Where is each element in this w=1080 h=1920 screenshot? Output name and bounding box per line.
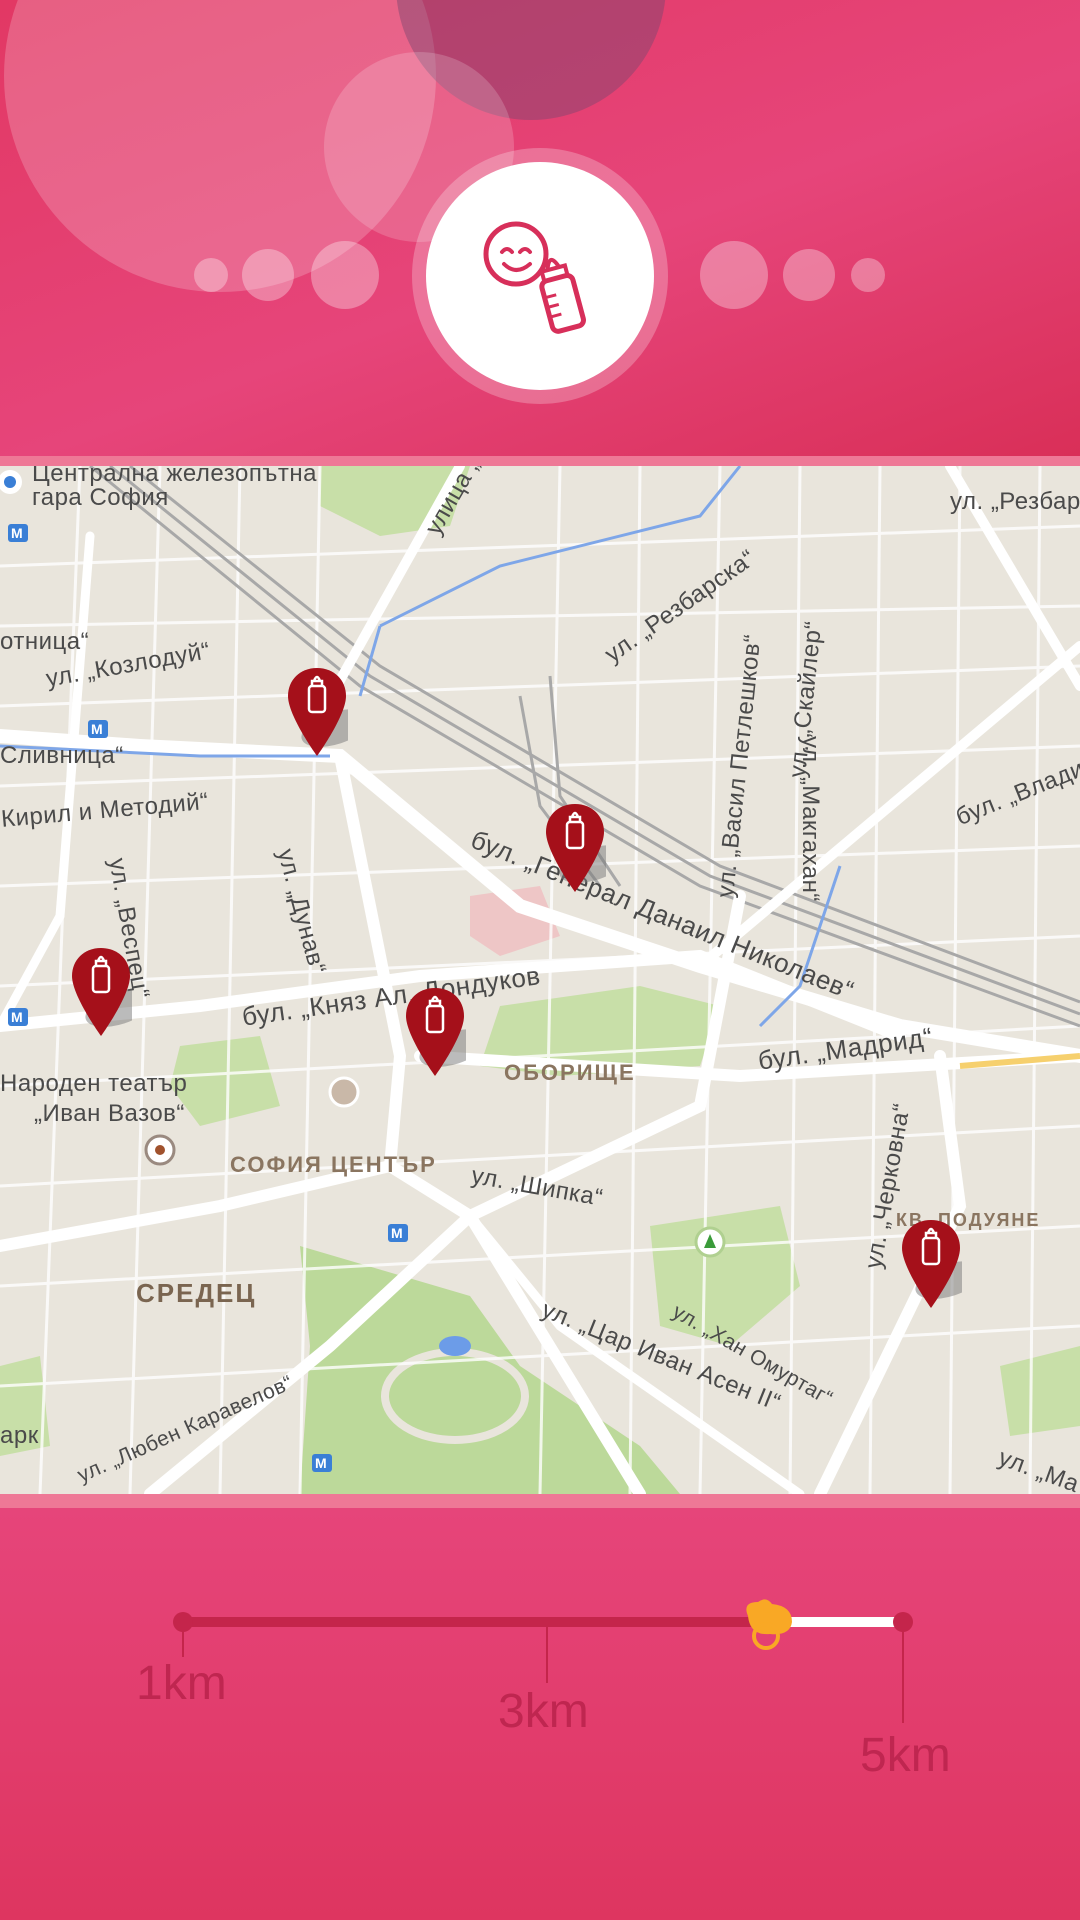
district-label: СОФИЯ ЦЕНТЪР <box>230 1152 437 1177</box>
baby-bottle-pin-icon[interactable] <box>404 986 466 1078</box>
map-view[interactable]: M M M M M Централна железопътна гара Соф… <box>0 466 1080 1494</box>
page-indicator-dot[interactable] <box>311 241 379 309</box>
map-label: отница“ <box>0 628 90 655</box>
header <box>0 0 1080 456</box>
slider-label-1km: 1km <box>136 1657 227 1710</box>
page-indicator-dot[interactable] <box>242 249 294 301</box>
slider-tick <box>182 1627 184 1657</box>
page-indicator-dot[interactable] <box>194 258 228 292</box>
page-indicator-dot[interactable] <box>700 241 768 309</box>
map-label: ул. „Резбар <box>950 488 1080 515</box>
slider-tick <box>902 1627 904 1723</box>
svg-text:M: M <box>315 1455 327 1471</box>
map-label: арк <box>0 1422 39 1449</box>
svg-text:M: M <box>391 1225 403 1241</box>
map-label: Народен театър <box>0 1070 188 1097</box>
district-label: СРЕДЕЦ <box>136 1278 257 1308</box>
baby-bottle-pin-icon[interactable] <box>900 1218 962 1310</box>
baby-bottle-icon <box>483 221 586 334</box>
svg-text:M: M <box>11 1009 23 1025</box>
map-label: Сливница“ <box>0 742 124 769</box>
map-label: гара София <box>32 484 169 511</box>
page-indicator-dot[interactable] <box>783 249 835 301</box>
pacifier-icon[interactable] <box>740 1596 800 1652</box>
district-label: ОБОРИЩЕ <box>504 1060 636 1085</box>
baby-bottle-pin-icon[interactable] <box>70 946 132 1038</box>
header-divider <box>0 456 1080 466</box>
slider-label-3km: 3km <box>498 1685 589 1738</box>
svg-text:M: M <box>11 525 23 541</box>
footer-divider <box>0 1494 1080 1508</box>
map-label: „Иван Вазов“ <box>34 1100 185 1127</box>
slider-label-5km: 5km <box>860 1729 951 1782</box>
baby-bottle-pin-icon[interactable] <box>544 802 606 894</box>
baby-bottle-pin-icon[interactable] <box>286 666 348 758</box>
svg-text:M: M <box>91 721 103 737</box>
slider-track-filled[interactable] <box>183 1617 761 1627</box>
slider-tick <box>546 1627 548 1683</box>
page-indicator-dot[interactable] <box>851 258 885 292</box>
distance-panel: 1km 3km 5km <box>0 1508 1080 1920</box>
distance-slider[interactable]: 1km 3km 5km <box>0 1508 1080 1920</box>
app-logo[interactable] <box>426 162 654 390</box>
